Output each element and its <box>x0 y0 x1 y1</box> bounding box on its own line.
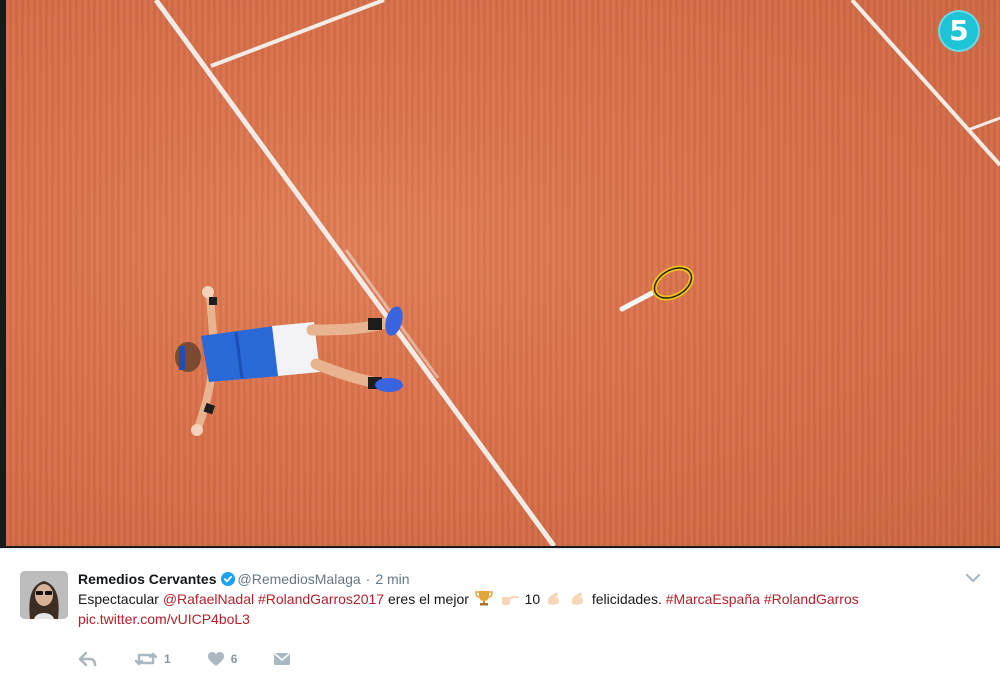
text-end: felicidades. <box>591 591 662 607</box>
hashtag-link[interactable]: #MarcaEspaña <box>666 591 760 607</box>
tweet-text-line-2: pic.twitter.com/vUICP4boL3 <box>78 609 978 629</box>
player-figure <box>175 286 403 436</box>
tweet-text-line-1: Espectacular @RafaelNadal #RolandGarros2… <box>78 589 978 609</box>
author-handle[interactable]: @RemediosMalaga <box>238 571 361 587</box>
tweet-text: Espectacular @RafaelNadal #RolandGarros2… <box>78 589 978 629</box>
flexed-biceps-emoji-icon <box>546 590 562 611</box>
pointing-hand-emoji-icon <box>501 591 519 611</box>
chevron-down-icon[interactable] <box>962 569 984 587</box>
text-intro: Espectacular <box>78 591 159 607</box>
verified-badge-icon <box>220 572 235 586</box>
envelope-icon <box>273 652 291 666</box>
direct-message-button[interactable] <box>273 652 291 666</box>
author-name[interactable]: Remedios Cervantes <box>78 571 217 587</box>
like-button[interactable]: 6 <box>207 651 238 667</box>
text-number: 10 <box>524 591 541 607</box>
separator: · <box>365 571 371 587</box>
retweet-count: 1 <box>164 652 171 666</box>
tweet-card[interactable]: Remedios Cervantes @RemediosMalaga · 2 m… <box>0 548 1000 684</box>
flexed-biceps-emoji-icon <box>570 590 586 611</box>
heart-icon <box>207 651 225 667</box>
channel-logo: 5 <box>938 10 980 52</box>
tweet-header: Remedios Cervantes @RemediosMalaga · 2 m… <box>78 569 410 589</box>
tv-broadcast-frame: 5 <box>6 0 1000 546</box>
hashtag-link[interactable]: #RolandGarros2017 <box>258 591 384 607</box>
timestamp-link[interactable]: 2 min <box>375 571 409 587</box>
tennis-racket <box>619 265 694 312</box>
retweet-button[interactable]: 1 <box>134 651 171 667</box>
avatar[interactable] <box>20 571 68 619</box>
tweet-actions: 1 6 <box>78 649 327 669</box>
hashtag-link[interactable]: #RolandGarros <box>764 591 859 607</box>
retweet-icon <box>134 651 158 667</box>
like-count: 6 <box>230 652 238 666</box>
reply-button[interactable] <box>78 651 98 667</box>
clay-court-scene <box>153 0 1000 546</box>
text-mid: eres el mejor <box>387 591 469 607</box>
pic-link[interactable]: pic.twitter.com/vUICP4boL3 <box>78 611 250 627</box>
mention-link[interactable]: @RafaelNadal <box>163 591 254 607</box>
trophy-emoji-icon <box>475 590 493 611</box>
tweet-photo[interactable]: 5 <box>0 0 1000 548</box>
reply-icon <box>78 651 98 667</box>
